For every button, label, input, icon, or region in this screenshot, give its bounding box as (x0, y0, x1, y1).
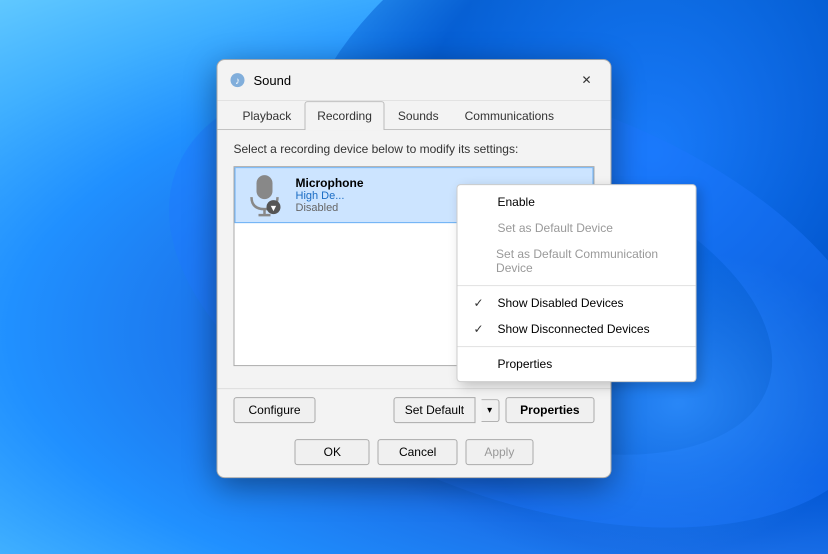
svg-text:▼: ▼ (269, 203, 278, 213)
properties-button[interactable]: Properties (505, 397, 594, 423)
ctx-enable-label: Enable (498, 195, 535, 209)
set-default-button[interactable]: Set Default (394, 397, 475, 423)
ok-button[interactable]: OK (295, 439, 370, 465)
ctx-show-disconnected-label: Show Disconnected Devices (498, 322, 650, 336)
ctx-show-disabled[interactable]: ✓ Show Disabled Devices (458, 290, 696, 316)
tab-recording[interactable]: Recording (304, 101, 385, 130)
dialog-container: ♪ Sound ✕ Playback Recording Sounds Comm… (217, 59, 612, 478)
dialog-footer: Configure Set Default ▾ Properties (218, 388, 611, 431)
ctx-properties-label: Properties (498, 357, 553, 371)
ctx-show-disconnected[interactable]: ✓ Show Disconnected Devices (458, 316, 696, 342)
ctx-set-default-label: Set as Default Device (498, 221, 613, 235)
dialog-title: Sound (254, 73, 567, 88)
tab-communications[interactable]: Communications (452, 101, 567, 130)
tab-sounds[interactable]: Sounds (385, 101, 452, 130)
tab-bar: Playback Recording Sounds Communications (218, 101, 611, 130)
tab-playback[interactable]: Playback (230, 101, 305, 130)
ctx-show-disabled-label: Show Disabled Devices (498, 296, 624, 310)
apply-button[interactable]: Apply (465, 439, 533, 465)
close-button[interactable]: ✕ (575, 68, 599, 92)
title-bar: ♪ Sound ✕ (218, 60, 611, 101)
ctx-set-default-comm-label: Set as Default Communication Device (496, 247, 679, 275)
ctx-divider-1 (458, 285, 696, 286)
instruction-text: Select a recording device below to modif… (234, 142, 595, 156)
dialog-actions: OK Cancel Apply (218, 431, 611, 477)
configure-button[interactable]: Configure (234, 397, 316, 423)
set-default-arrow-button[interactable]: ▾ (481, 399, 499, 422)
ctx-set-default-comm: Set as Default Communication Device (458, 241, 696, 281)
svg-text:♪: ♪ (235, 76, 240, 87)
microphone-icon: ▼ (244, 174, 286, 216)
sound-icon: ♪ (230, 72, 246, 88)
ctx-properties[interactable]: Properties (458, 351, 696, 377)
cancel-button[interactable]: Cancel (378, 439, 457, 465)
ctx-show-disconnected-check: ✓ (474, 322, 490, 336)
ctx-show-disabled-check: ✓ (474, 296, 490, 310)
context-menu: Enable Set as Default Device Set as Defa… (457, 184, 697, 382)
ctx-divider-2 (458, 346, 696, 347)
ctx-enable[interactable]: Enable (458, 189, 696, 215)
ctx-set-default: Set as Default Device (458, 215, 696, 241)
